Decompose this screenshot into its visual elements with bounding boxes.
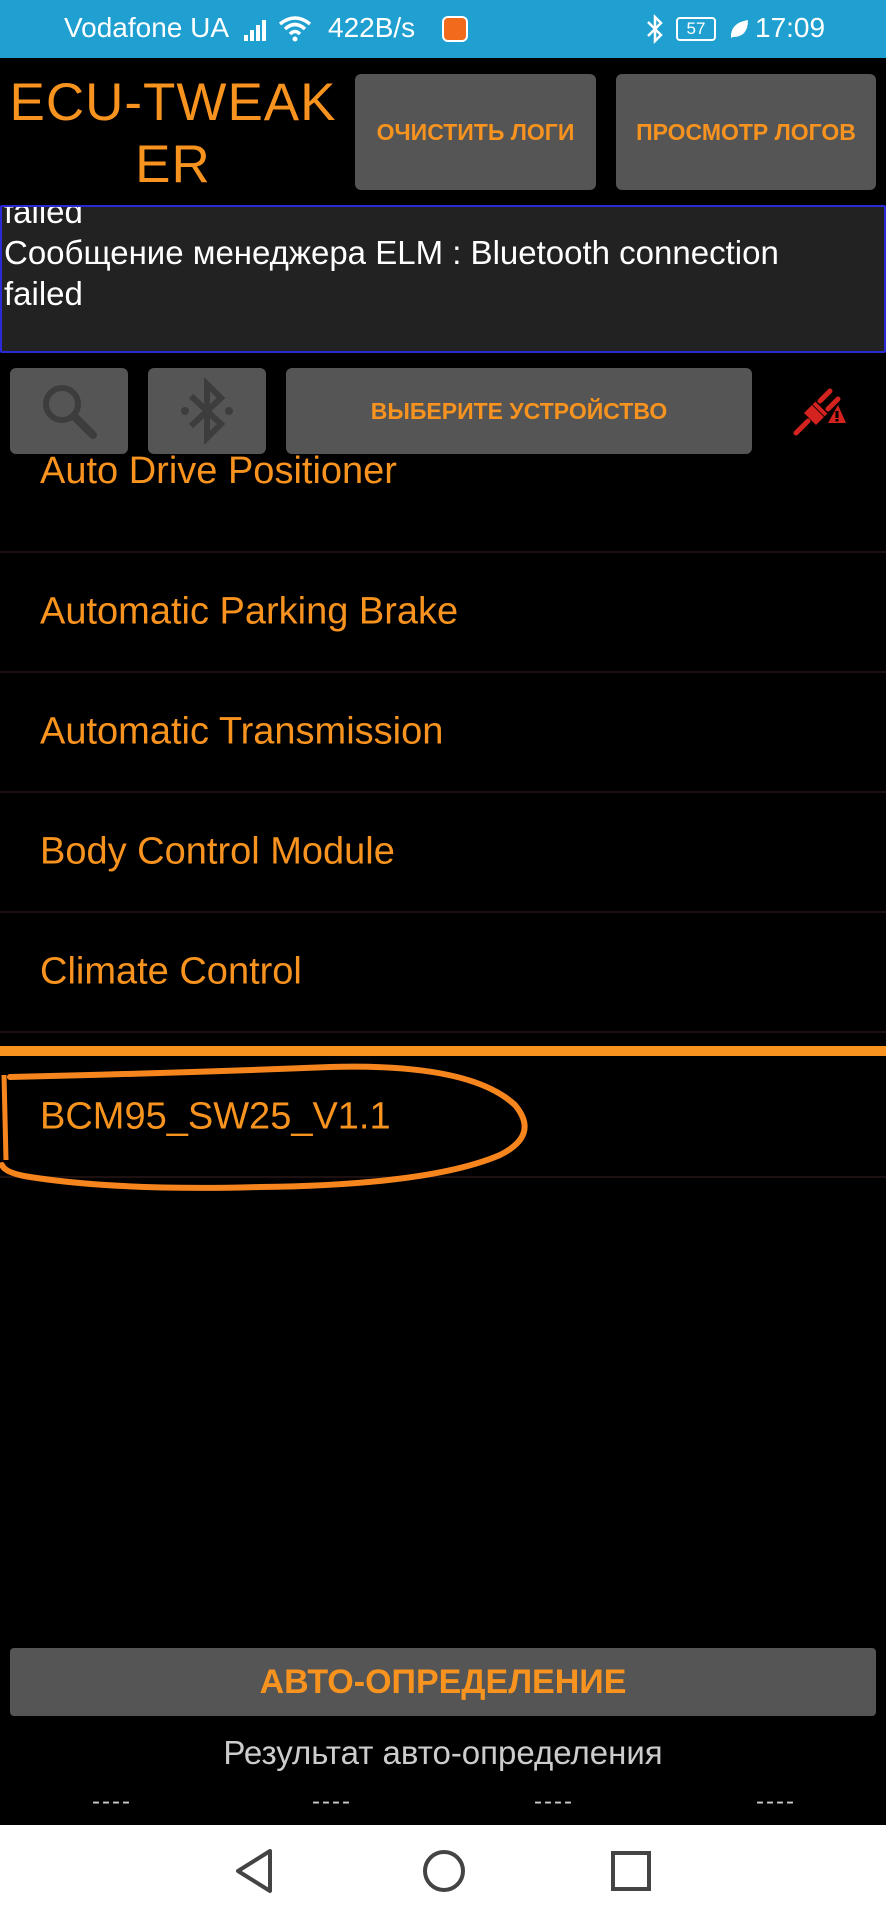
result-placeholder: ---- <box>534 1788 574 1815</box>
list-item[interactable]: Climate Control <box>0 913 886 1033</box>
result-placeholder: ---- <box>756 1788 796 1815</box>
status-bar: Vodafone UA 422B/s 57 17:09 <box>0 0 886 58</box>
list-item-label: Climate Control <box>40 950 302 993</box>
section-divider <box>0 1046 886 1056</box>
list-item-label: Automatic Parking Brake <box>40 590 459 633</box>
result-placeholder: ---- <box>312 1788 352 1815</box>
list-item-label: Automatic Transmission <box>40 710 444 753</box>
list-item[interactable]: BCM95_SW25_V1.1 <box>0 1058 886 1178</box>
home-icon[interactable] <box>420 1847 468 1895</box>
mi-notification-icon <box>442 16 468 42</box>
view-logs-button[interactable]: Просмотр логов <box>616 74 876 190</box>
back-icon[interactable] <box>232 1847 276 1895</box>
log-line: Сообщение менеджера ELM : Bluetooth conn… <box>4 234 779 271</box>
recents-icon[interactable] <box>608 1847 654 1895</box>
auto-detect-result-label: Результат авто-определения <box>223 1734 663 1771</box>
list-item[interactable]: Automatic Parking Brake <box>0 553 886 673</box>
list-item-label: Auto Drive Positioner <box>40 450 397 492</box>
disconnected-plug-icon[interactable] <box>790 383 846 439</box>
log-line: failed <box>4 275 83 312</box>
auto-detect-button[interactable]: Авто-определение <box>10 1648 876 1716</box>
log-line: failed <box>4 205 83 230</box>
bluetooth-icon <box>647 14 663 44</box>
clear-logs-button[interactable]: Очистить логи <box>355 74 596 190</box>
app-title: ECU-TWEAKER <box>9 73 337 194</box>
signal-icon <box>244 20 266 41</box>
clock: 17:09 <box>755 12 826 43</box>
leaf-icon <box>730 20 748 38</box>
list-item[interactable]: Auto Drive Positioner <box>0 433 886 553</box>
wifi-icon <box>278 16 312 42</box>
list-item[interactable]: Body Control Module <box>0 793 886 913</box>
network-speed: 422B/s <box>328 12 416 43</box>
list-item-label: Body Control Module <box>40 830 395 873</box>
list-item[interactable]: Automatic Transmission <box>0 673 886 793</box>
result-placeholder: ---- <box>92 1788 132 1815</box>
battery-level: 57 <box>686 19 706 38</box>
battery-icon: 57 <box>676 17 716 41</box>
carrier-name: Vodafone UA <box>64 12 230 43</box>
navigation-bar <box>0 1825 886 1920</box>
list-item-label: BCM95_SW25_V1.1 <box>40 1095 391 1138</box>
log-output[interactable]: failed Сообщение менеджера ELM : Bluetoo… <box>0 205 886 353</box>
